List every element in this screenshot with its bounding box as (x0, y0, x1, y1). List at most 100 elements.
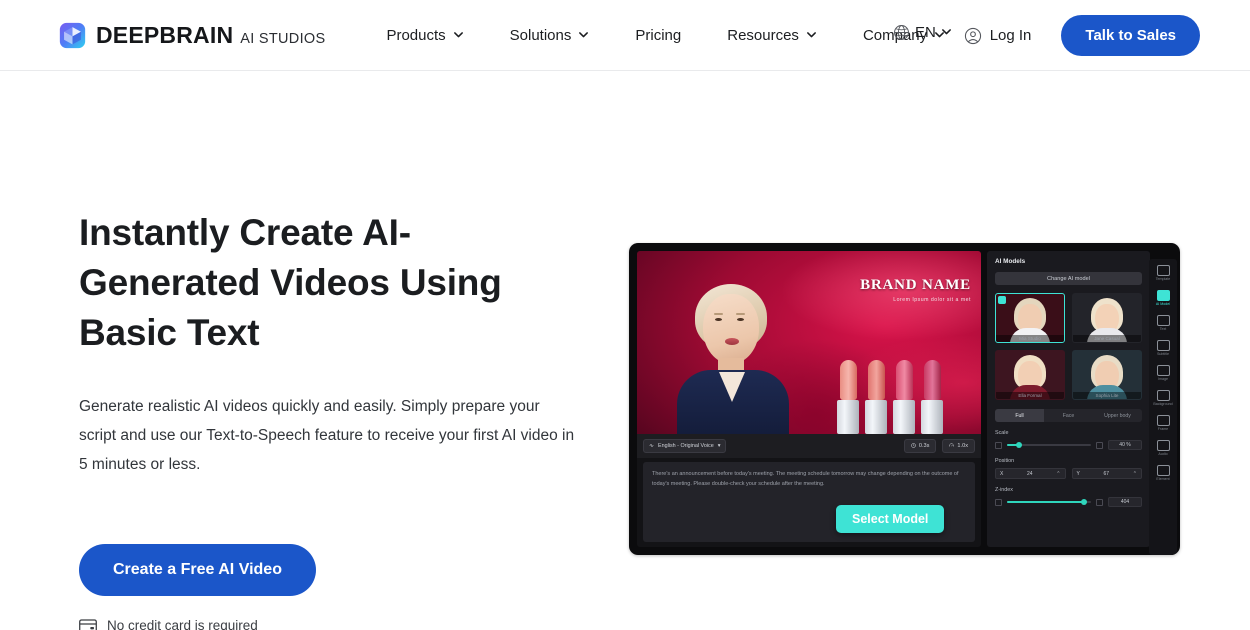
product-screenshot: BRAND NAME Lorem Ipsum dolor sit a met E… (629, 243, 1180, 555)
voice-selector[interactable]: English - Original Voice ▾ (643, 439, 727, 453)
z-index-value[interactable]: 404 (1108, 497, 1142, 507)
talk-to-sales-button[interactable]: Talk to Sales (1061, 15, 1200, 56)
rail-label: Audio (1158, 452, 1168, 456)
z-index-control: Z-index 404 (995, 487, 1142, 507)
speed-control[interactable]: 1.0x (942, 439, 975, 453)
model-grid: Mia Studio Jane Casual Ella Formal Sophi… (995, 293, 1142, 400)
rail-item-audio[interactable]: Audio (1151, 438, 1175, 458)
chevron-down-icon (578, 27, 589, 44)
user-circle-icon (964, 27, 982, 45)
brand-logo-link[interactable]: DEEPBRAIN AI STUDIOS (59, 22, 325, 49)
element-icon (1156, 465, 1170, 476)
nav-label-solutions: Solutions (509, 26, 572, 44)
login-button[interactable]: Log In (964, 27, 1032, 45)
scale-slider[interactable] (1007, 441, 1091, 450)
ai-avatar-presenter (673, 278, 793, 434)
segment-full[interactable]: Full (995, 409, 1044, 422)
script-text: There's an announcement before today's m… (652, 471, 959, 487)
segment-upper-body[interactable]: Upper body (1093, 409, 1142, 422)
nav-item-products[interactable]: Products (386, 21, 463, 50)
subtitle-icon (1156, 340, 1170, 351)
site-header: DEEPBRAIN AI STUDIOS Products Solutions … (0, 0, 1250, 71)
video-preview[interactable]: BRAND NAME Lorem Ipsum dolor sit a met (637, 251, 981, 434)
crop-mode-segmented-control: Full Face Upper body (995, 409, 1142, 422)
hero-title-line-1: Instantly Create AI- (79, 212, 411, 253)
header-actions: Log In Talk to Sales (964, 0, 1200, 71)
rail-item-text[interactable]: Text (1151, 313, 1175, 333)
position-x-stepper[interactable]: ⌃ (1056, 471, 1060, 477)
rail-item-element[interactable]: Element (1151, 463, 1175, 483)
select-model-button[interactable]: Select Model (836, 505, 945, 533)
create-free-ai-video-button[interactable]: Create a Free AI Video (79, 544, 316, 596)
rail-item-background[interactable]: Background (1151, 388, 1175, 408)
duration-control[interactable]: 0.3s (903, 439, 937, 453)
model-label: Sophia Lite (1073, 392, 1141, 399)
clock-icon (911, 442, 916, 450)
rail-label: Image (1158, 377, 1168, 381)
segment-face[interactable]: Face (1044, 409, 1093, 422)
position-control: Position X 24 ⌃ Y 67 ⌃ (995, 458, 1142, 479)
no-credit-card-label: No credit card is required (107, 618, 258, 630)
model-card-selected[interactable]: Mia Studio (995, 293, 1065, 343)
check-icon (998, 296, 1006, 304)
model-label: Mia Studio (996, 335, 1064, 342)
rail-item-template[interactable]: Template (1151, 263, 1175, 283)
language-label: EN (915, 24, 936, 41)
rail-item-image[interactable]: Image (1151, 363, 1175, 383)
chevron-down-icon (806, 27, 817, 44)
editor-canvas-column: BRAND NAME Lorem Ipsum dolor sit a met E… (637, 251, 981, 547)
product-lipsticks-graphic (837, 338, 977, 434)
nav-label-resources: Resources (727, 26, 799, 44)
credit-card-icon (79, 618, 97, 630)
scale-lock-icon (995, 441, 1002, 449)
voice-label: English - Original Voice (658, 443, 714, 449)
globe-icon (893, 24, 910, 41)
z-index-slider[interactable] (1007, 498, 1091, 507)
rail-label: Subtitle (1157, 352, 1169, 356)
ai-model-icon (1156, 290, 1170, 301)
model-card[interactable]: Ella Formal (995, 350, 1065, 400)
landing-page: DEEPBRAIN AI STUDIOS Products Solutions … (0, 0, 1250, 630)
position-x-field[interactable]: X 24 ⌃ (995, 468, 1066, 479)
model-label: Jane Casual (1073, 335, 1141, 342)
rail-item-subtitle[interactable]: Subtitle (1151, 338, 1175, 358)
hero-content: Instantly Create AI- Generated Videos Us… (79, 208, 599, 630)
nav-item-resources[interactable]: Resources (727, 21, 817, 50)
background-icon (1156, 390, 1170, 401)
login-label: Log In (989, 27, 1032, 44)
rail-label: Element (1156, 477, 1170, 481)
frame-icon (1156, 415, 1170, 426)
main-nav: Products Solutions Pricing Resources Com… (386, 21, 945, 50)
z-index-label: Z-index (995, 487, 1013, 493)
model-card[interactable]: Sophia Lite (1072, 350, 1142, 400)
rail-item-ai-model[interactable]: AI Model (1151, 288, 1175, 308)
script-toolbar: English - Original Voice ▾ 0.3s 1.0x (637, 434, 981, 458)
rail-label: Text (1159, 327, 1167, 331)
position-y-label: Y (1076, 470, 1080, 477)
change-ai-model-button[interactable]: Change AI model (995, 272, 1142, 285)
position-x-value: 24 (1027, 470, 1033, 477)
scale-value[interactable]: 40 % (1108, 440, 1142, 450)
language-switcher[interactable]: EN (893, 24, 952, 41)
image-icon (1156, 365, 1170, 376)
model-card[interactable]: Jane Casual (1072, 293, 1142, 343)
scale-reset-icon[interactable] (1096, 441, 1103, 449)
rail-label: Template (1155, 277, 1171, 281)
nav-item-solutions[interactable]: Solutions (510, 21, 590, 50)
hero-subtitle: Generate realistic AI videos quickly and… (79, 398, 575, 473)
no-credit-card-note: No credit card is required (79, 618, 599, 630)
position-y-value: 67 (1103, 470, 1110, 477)
rail-label: Frame (1157, 427, 1169, 431)
z-index-lock-icon (995, 498, 1002, 506)
audio-icon (1156, 440, 1170, 451)
text-icon (1156, 315, 1170, 326)
duration-value: 0.3s (918, 443, 930, 449)
hero-title-line-2: Generated Videos Using (79, 262, 502, 303)
nav-item-pricing[interactable]: Pricing (635, 21, 681, 50)
z-index-reset-icon[interactable] (1096, 498, 1103, 506)
scale-label: Scale (995, 430, 1009, 436)
rail-item-frame[interactable]: Frame (1151, 413, 1175, 433)
position-y-field[interactable]: Y 67 ⌃ (1071, 468, 1142, 479)
brand-suffix: AI STUDIOS (240, 30, 326, 47)
position-y-stepper[interactable]: ⌃ (1133, 471, 1137, 477)
